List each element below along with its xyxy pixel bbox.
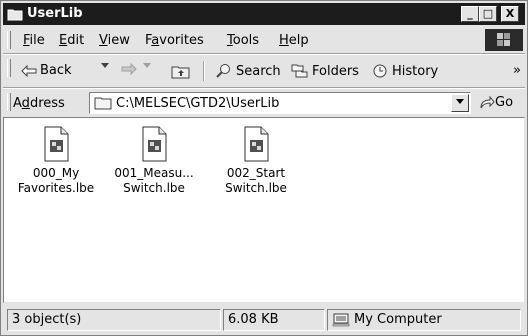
status-object-count: 3 object(s) <box>7 309 221 331</box>
file-list-view[interactable]: 000_My Favorites.lbe 001_Measu... Switch.lb… <box>3 117 525 303</box>
close-button[interactable]: X <box>501 6 519 22</box>
toolbar-separator <box>203 61 205 81</box>
folders-label: Folders <box>312 63 359 79</box>
history-button[interactable]: History <box>371 63 438 79</box>
toolbar-grip[interactable] <box>7 59 11 77</box>
chevron-down-icon <box>101 63 109 68</box>
file-name-line2: Switch.lbe <box>225 181 287 195</box>
title-bar[interactable]: UserLib _ □ X <box>3 3 525 25</box>
folder-icon <box>7 9 23 21</box>
go-label: Go <box>495 95 514 110</box>
lbe-file-icon <box>244 126 269 162</box>
maximize-button[interactable]: □ <box>479 6 497 22</box>
folders-button[interactable]: Folders <box>291 63 359 79</box>
standard-toolbar: Back Search Folders History » <box>3 54 525 88</box>
lbe-file-icon <box>142 126 167 162</box>
menu-file[interactable]: File <box>23 33 45 48</box>
file-name-line1: 000_My <box>32 166 80 180</box>
search-icon <box>216 64 230 78</box>
address-bar: Address C:\MELSEC\GTD2\UserLib Go <box>3 88 525 118</box>
file-name-line2: Favorites.lbe <box>17 181 95 195</box>
menu-favorites[interactable]: Favorites <box>145 33 204 48</box>
overflow-chevron-icon: » <box>513 63 521 78</box>
go-arrow-icon <box>480 95 495 108</box>
minimize-button[interactable]: _ <box>461 6 479 22</box>
address-label: Address <box>13 96 65 111</box>
folder-icon <box>94 97 112 110</box>
back-label: Back <box>40 63 72 78</box>
window-title: UserLib <box>27 6 83 21</box>
up-folder-button[interactable] <box>171 63 194 79</box>
windows-logo-icon <box>485 29 523 51</box>
chevron-down-icon <box>456 99 464 104</box>
file-item[interactable]: 001_Measu... Switch.lbe <box>114 126 194 196</box>
status-size: 6.08 KB <box>223 309 325 331</box>
explorer-window: UserLib _ □ X File Edit View Favorites T… <box>0 0 528 336</box>
menu-tools[interactable]: Tools <box>227 33 259 48</box>
up-folder-icon <box>171 66 190 79</box>
address-dropdown-button[interactable] <box>451 94 469 112</box>
forward-dropdown-button[interactable] <box>143 63 154 69</box>
back-arrow-icon <box>21 64 37 77</box>
file-name-line1: 002_Start <box>226 166 286 180</box>
status-zone: My Computer <box>327 309 521 331</box>
menubar-grip[interactable] <box>7 31 11 49</box>
menu-bar: File Edit View Favorites Tools Help <box>3 27 525 54</box>
addressbar-grip[interactable] <box>7 93 11 111</box>
menu-edit[interactable]: Edit <box>59 33 84 48</box>
history-label: History <box>392 63 439 79</box>
file-name-line1: 001_Measu... <box>114 166 194 180</box>
file-name-line2: Switch.lbe <box>123 181 185 195</box>
lbe-file-icon <box>44 126 69 162</box>
address-path: C:\MELSEC\GTD2\UserLib <box>116 96 280 111</box>
status-bar: 3 object(s) 6.08 KB My Computer <box>3 305 525 333</box>
file-item[interactable]: 000_My Favorites.lbe <box>16 126 96 196</box>
folders-icon <box>291 64 308 78</box>
toolbar-overflow-button[interactable]: » <box>513 63 521 78</box>
back-button[interactable]: Back <box>21 63 72 78</box>
my-computer-icon <box>332 313 350 327</box>
menu-help[interactable]: Help <box>279 33 309 48</box>
chevron-down-icon <box>143 63 151 68</box>
history-icon <box>373 64 387 78</box>
menu-view[interactable]: View <box>99 33 130 48</box>
search-button[interactable]: Search <box>215 63 281 79</box>
address-input[interactable]: C:\MELSEC\GTD2\UserLib <box>89 92 471 114</box>
back-dropdown-button[interactable] <box>101 63 112 69</box>
forward-arrow-icon <box>121 63 137 75</box>
forward-button[interactable] <box>121 63 140 75</box>
search-label: Search <box>236 63 281 79</box>
go-button[interactable]: Go <box>479 95 513 110</box>
file-item[interactable]: 002_Start Switch.lbe <box>216 126 296 196</box>
